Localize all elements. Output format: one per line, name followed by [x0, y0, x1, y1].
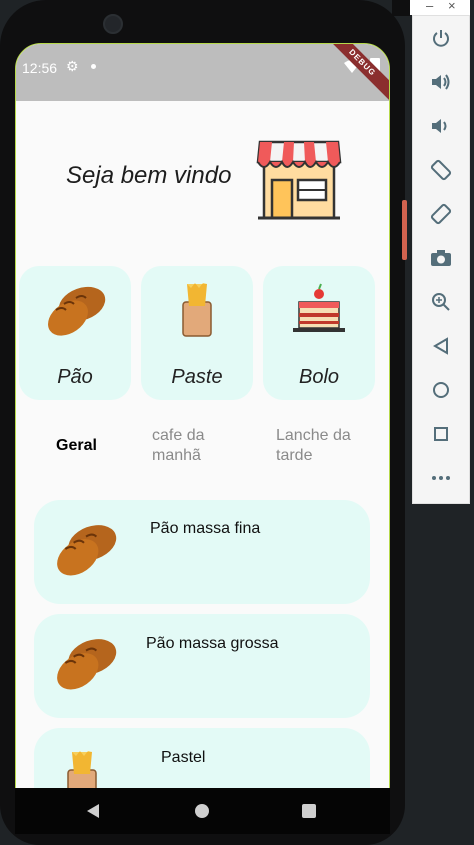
volume-down-button[interactable]	[413, 110, 469, 142]
tab-label: tarde	[276, 447, 313, 464]
bread-icon	[57, 525, 117, 576]
category-label: Paste	[171, 366, 223, 388]
cake-icon	[293, 283, 345, 332]
category-label: Pão	[57, 366, 93, 388]
tab-cafe-da-manha[interactable]: cafe da manhã	[152, 426, 204, 466]
category-card-paste[interactable]: Paste	[141, 266, 253, 400]
list-item[interactable]: Pastel	[34, 728, 370, 788]
pastel-icon	[67, 751, 97, 788]
front-camera	[103, 14, 123, 34]
back-icon	[433, 337, 448, 355]
app-screen: 12:56 ⚙ DEBUG Seja bem vindo Pão Paste B…	[15, 43, 390, 789]
tab-label: Geral	[56, 437, 97, 454]
bread-icon	[48, 286, 106, 336]
category-card-bolo[interactable]: Bolo	[263, 266, 375, 400]
status-bar: 12:56 ⚙ DEBUG	[16, 44, 389, 107]
list-item[interactable]: Pão massa fina	[34, 500, 370, 604]
volume-up-icon	[432, 74, 450, 90]
tab-geral[interactable]: Geral	[56, 436, 97, 456]
bread-icon	[57, 639, 117, 690]
camera-icon	[431, 250, 451, 266]
volume-down-icon	[432, 119, 447, 133]
emulator-titlebar: – ×	[410, 0, 470, 15]
category-label: Bolo	[298, 366, 340, 388]
welcome-title: Seja bem vindo	[66, 162, 232, 189]
rotate-right-icon	[430, 203, 452, 225]
tab-lanche-da-tarde[interactable]: Lanche da tarde	[276, 426, 351, 466]
emu-back-button[interactable]	[413, 330, 469, 362]
minimize-button[interactable]: –	[426, 0, 433, 13]
power-icon	[433, 30, 449, 47]
home-icon	[433, 382, 449, 398]
rotate-left-icon	[430, 159, 452, 181]
tab-label: manhã	[152, 447, 201, 464]
screenshot-button[interactable]	[413, 242, 469, 274]
close-button[interactable]: ×	[448, 0, 456, 13]
back-icon[interactable]	[87, 804, 99, 818]
emulator-corner	[392, 0, 410, 16]
pastel-icon	[182, 283, 212, 337]
overview-icon[interactable]	[302, 804, 316, 818]
system-navbar	[15, 788, 390, 834]
store-icon	[256, 140, 342, 220]
more-icon	[432, 476, 450, 480]
tab-label: Lanche da	[276, 427, 351, 444]
power-button[interactable]	[413, 22, 469, 54]
debug-banner: DEBUG	[318, 44, 389, 107]
rotate-right-button[interactable]	[413, 198, 469, 230]
overview-icon	[434, 427, 448, 441]
item-label: Pastel	[161, 749, 206, 766]
emu-overview-button[interactable]	[413, 418, 469, 450]
category-card-pao[interactable]: Pão	[19, 266, 131, 400]
gear-icon: ⚙	[66, 58, 79, 74]
zoom-button[interactable]	[413, 286, 469, 318]
item-label: Pão massa fina	[150, 520, 261, 537]
phone-edge	[402, 200, 407, 260]
emu-home-button[interactable]	[413, 374, 469, 406]
notification-dot-icon	[91, 64, 96, 69]
home-icon[interactable]	[195, 804, 209, 818]
emulator-toolbar	[412, 15, 470, 504]
emu-more-button[interactable]	[413, 462, 469, 494]
item-label: Pão massa grossa	[146, 635, 279, 652]
zoom-icon	[432, 293, 450, 311]
tab-label: cafe da	[152, 427, 205, 444]
volume-up-button[interactable]	[413, 66, 469, 98]
status-time: 12:56	[22, 60, 58, 76]
rotate-left-button[interactable]	[413, 154, 469, 186]
list-item[interactable]: Pão massa grossa	[34, 614, 370, 718]
